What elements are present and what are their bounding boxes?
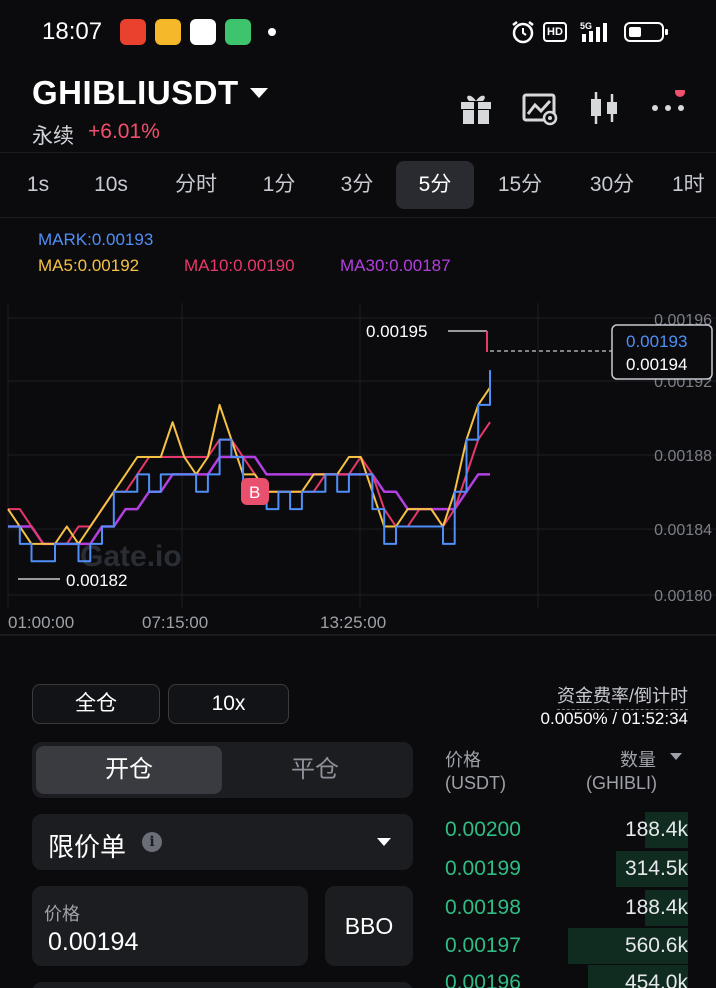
orderbook-price: 0.00199: [445, 857, 521, 880]
x-tick-label: 13:25:00: [320, 613, 386, 632]
tab-open-position[interactable]: 开仓: [36, 746, 222, 794]
orderbook-qty: 560.6k: [624, 934, 688, 957]
tab-close-position[interactable]: 平仓: [222, 746, 408, 794]
tab-3m[interactable]: 3分: [328, 161, 386, 209]
quantity-input[interactable]: [32, 982, 413, 988]
open-close-switch: 开仓 平仓: [32, 742, 413, 798]
orderbook-qty: 188.4k: [624, 896, 688, 919]
tab-time-share[interactable]: 分时: [164, 161, 228, 209]
orderbook-qty-header[interactable]: 数量: [620, 746, 656, 772]
funding-rate-value: 0.0050% / 01:52:34: [540, 709, 688, 728]
status-time: 18:07: [42, 18, 103, 45]
tab-10s[interactable]: 10s: [82, 161, 140, 209]
y-tick-label: 0.00184: [654, 522, 712, 539]
price-chart[interactable]: Gate.io 0.001960.001920.001880.001840.00…: [0, 218, 716, 638]
chevron-down-icon: [377, 838, 391, 846]
alarm-icon: [512, 21, 534, 44]
y-tick-label: 0.00180: [654, 588, 712, 605]
orderbook-qty: 188.4k: [624, 818, 688, 841]
app-icon-video: [225, 19, 251, 45]
chart-series: [7, 370, 491, 563]
battery-icon: [624, 22, 668, 42]
app-icon-coupon: [155, 19, 181, 45]
orderbook-price-unit: (USDT): [445, 773, 506, 793]
price-input-label: 价格: [44, 904, 80, 924]
orderbook-price: 0.00200: [445, 818, 521, 841]
candlestick-icon[interactable]: [586, 90, 622, 126]
funding-rate-label[interactable]: 资金费率/倒计时: [556, 682, 688, 710]
orderbook-qty-unit: (GHIBLI): [586, 773, 658, 793]
svg-text:5G: 5G: [580, 21, 592, 31]
orderbook-qty: 314.5k: [624, 857, 688, 880]
tab-15m[interactable]: 15分: [486, 161, 554, 209]
symbol-title[interactable]: GHIBLIUSDT: [32, 74, 239, 112]
status-bar: 18:07 HD 5G: [0, 0, 716, 64]
watermark-text: Gate.io: [80, 540, 182, 573]
interval-tabs: 1s 10s 分时 1分 3分 5分 15分 30分 1时: [0, 152, 716, 218]
x-tick-label: 07:15:00: [142, 613, 208, 632]
high-price-label: 0.00195: [366, 322, 427, 341]
orderbook-price: 0.00197: [445, 934, 521, 957]
leverage-button[interactable]: 10x: [168, 684, 289, 724]
gift-icon[interactable]: [458, 90, 494, 126]
orderbook-row[interactable]: 0.00198 188.4k: [430, 890, 716, 926]
symbol-dropdown-icon[interactable]: [250, 88, 268, 98]
hd-icon: HD: [543, 22, 567, 42]
last-mark-price: 0.00193: [626, 332, 687, 351]
orderbook-row[interactable]: 0.00200 188.4k: [430, 812, 716, 848]
tab-1m[interactable]: 1分: [250, 161, 308, 209]
more-icon[interactable]: [650, 90, 686, 126]
buy-marker-label: B: [249, 483, 260, 502]
price-input-value: 0.00194: [48, 928, 139, 956]
notification-dot: [268, 28, 276, 36]
y-tick-label: 0.00188: [654, 448, 712, 465]
price-input[interactable]: 价格 0.00194: [32, 886, 308, 966]
orderbook-price-header: 价格: [445, 750, 481, 770]
margin-mode-button[interactable]: 全仓: [32, 684, 160, 724]
tab-30m[interactable]: 30分: [578, 161, 646, 209]
app-icon-game: [120, 19, 146, 45]
app-icon-map: [190, 19, 216, 45]
x-tick-label: 01:00:00: [8, 613, 74, 632]
last-price: 0.00194: [626, 355, 687, 374]
orderbook-row[interactable]: 0.00197 560.6k: [430, 928, 716, 964]
contract-type: 永续: [32, 125, 74, 148]
orderbook-row[interactable]: 0.00196 454.0k: [430, 965, 716, 988]
orderbook-price: 0.00196: [445, 971, 521, 988]
chart-settings-icon[interactable]: [522, 90, 558, 126]
tab-1h[interactable]: 1时: [672, 161, 716, 209]
order-type-select[interactable]: 限价单 i: [32, 814, 413, 870]
tab-1s[interactable]: 1s: [16, 161, 60, 209]
qty-unit-dropdown-icon[interactable]: [670, 753, 682, 760]
bbo-button[interactable]: BBO: [325, 886, 413, 966]
orderbook-price: 0.00198: [445, 896, 521, 919]
info-icon[interactable]: i: [142, 832, 162, 852]
order-type-value: 限价单: [48, 832, 127, 862]
signal-5g-icon: 5G: [580, 21, 607, 42]
x-axis-labels: 01:00:00 07:15:00 13:25:00: [8, 613, 386, 632]
orderbook-row[interactable]: 0.00199 314.5k: [430, 851, 716, 887]
low-price-label: 0.00182: [66, 571, 127, 590]
orderbook-qty: 454.0k: [624, 971, 688, 988]
price-change: +6.01%: [88, 120, 160, 143]
tab-5m[interactable]: 5分: [396, 161, 474, 209]
